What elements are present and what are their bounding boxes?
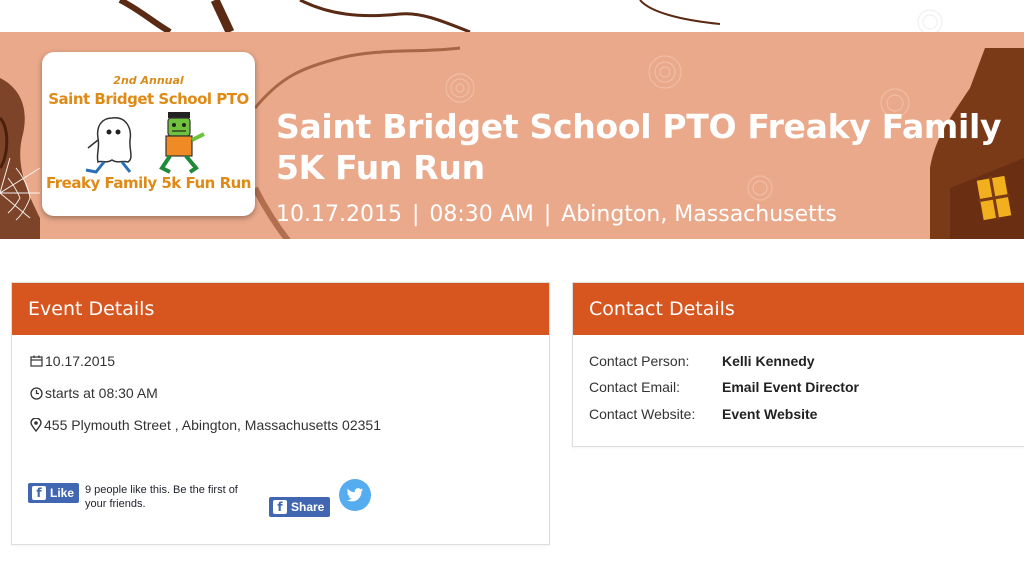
event-meta: 10.17.2015 | 08:30 AM | Abington, Massachuse… <box>276 202 837 227</box>
map-pin-icon <box>30 418 42 432</box>
facebook-like-count-text: 9 people like this. Be the first of your… <box>85 484 238 510</box>
twitter-share-button[interactable] <box>339 479 371 511</box>
email-event-director-link[interactable]: Email Event Director <box>722 379 859 395</box>
facebook-icon: f <box>32 486 46 500</box>
ghost-and-monster-illustration <box>85 112 205 174</box>
event-location: Abington, Massachusetts <box>561 202 837 227</box>
event-details-date: 10.17.2015 <box>45 353 116 369</box>
page: Saint Bridget School PTO Freaky Family 5… <box>0 0 1024 564</box>
top-decoration-strip <box>0 0 1024 32</box>
contact-website-label: Contact Website: <box>589 406 696 422</box>
event-website-link[interactable]: Event Website <box>722 406 817 422</box>
like-label: Like <box>50 486 75 500</box>
contact-email-row: Contact Email: Email Event Director <box>589 379 859 395</box>
contact-details-panel: Contact Details Contact Person: Kelli Ken… <box>572 282 1024 447</box>
event-address-row: 455 Plymouth Street , Abington, Massachu… <box>30 417 381 433</box>
event-date-row: 10.17.2015 <box>30 353 115 369</box>
event-details-panel: Event Details 10.17.2015 starts at 08:30… <box>11 282 550 545</box>
separator: | <box>543 202 552 227</box>
calendar-icon <box>30 355 43 367</box>
event-logo: 2nd Annual Saint Bridget School PTO Frea… <box>42 52 255 216</box>
event-time: 08:30 AM <box>429 202 534 227</box>
logo-subtitle-text: Freaky Family 5k Fun Run <box>46 174 251 192</box>
twitter-icon <box>346 487 364 501</box>
share-label: Share <box>291 500 325 514</box>
clock-icon <box>30 386 43 400</box>
contact-website-row: Contact Website: Event Website <box>589 406 817 422</box>
logo-annual-text: 2nd Annual <box>113 74 184 87</box>
logo-title-text: Saint Bridget School PTO <box>48 90 249 108</box>
event-details-header: Event Details <box>12 283 549 335</box>
facebook-icon: f <box>273 500 287 514</box>
event-date: 10.17.2015 <box>276 202 402 227</box>
contact-person-label: Contact Person: <box>589 353 690 369</box>
separator: | <box>411 202 420 227</box>
facebook-like-button[interactable]: f Like <box>28 483 79 503</box>
contact-person-row: Contact Person: Kelli Kennedy <box>589 353 815 369</box>
facebook-share-button[interactable]: f Share <box>269 497 330 517</box>
event-details-time: starts at 08:30 AM <box>45 385 158 401</box>
event-details-address: 455 Plymouth Street , Abington, Massachu… <box>44 417 381 433</box>
contact-details-header: Contact Details <box>573 283 1024 335</box>
page-title: Saint Bridget School PTO Freaky Family 5… <box>276 107 1002 187</box>
contact-email-label: Contact Email: <box>589 379 681 395</box>
contact-person-value: Kelli Kennedy <box>722 353 815 369</box>
event-time-row: starts at 08:30 AM <box>30 385 158 401</box>
